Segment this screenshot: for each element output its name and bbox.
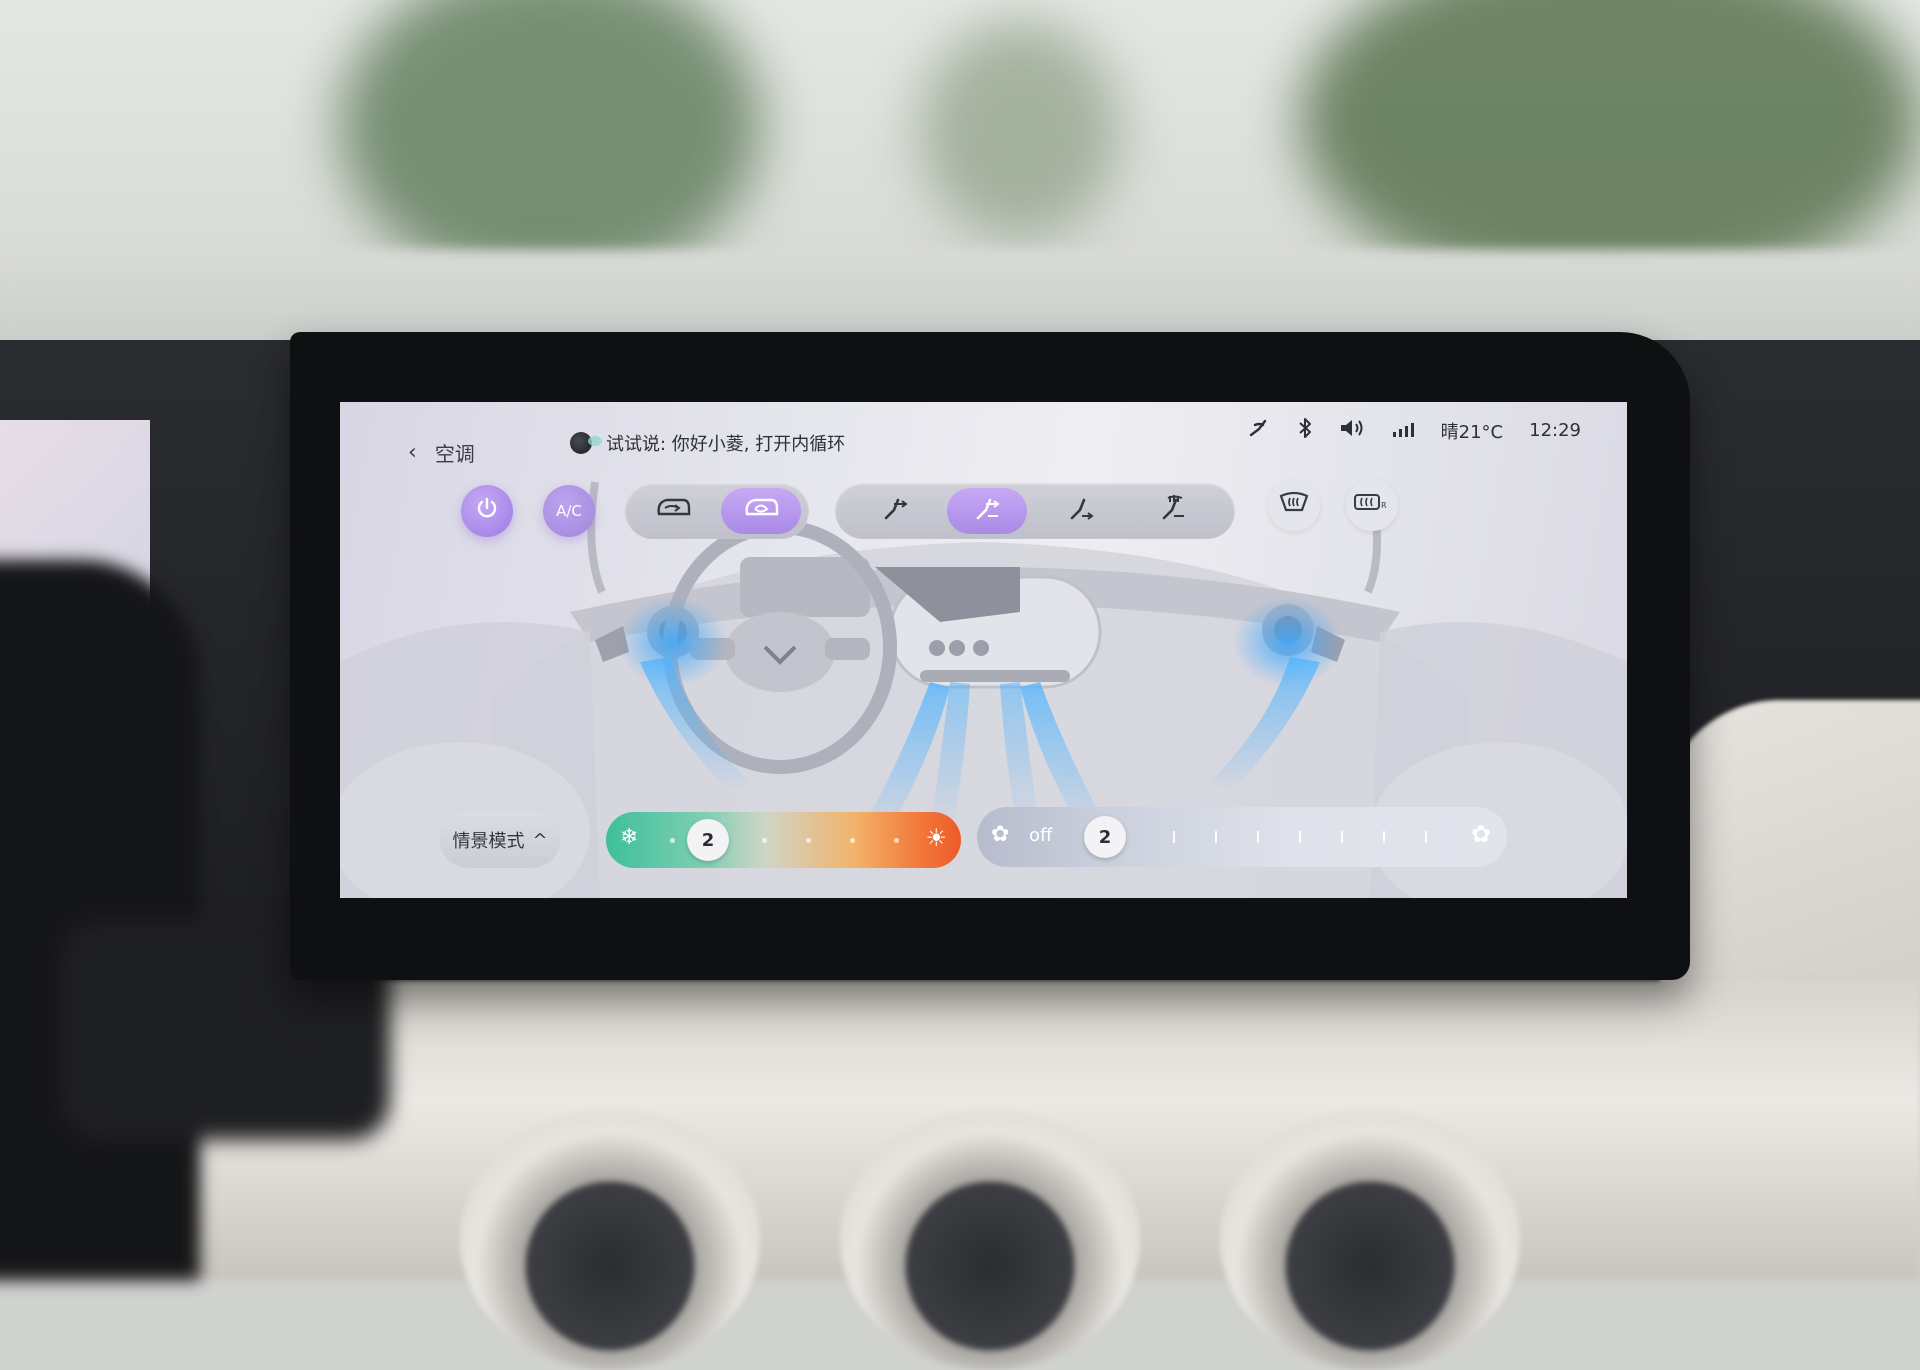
- airflow-mode-group: [835, 483, 1235, 539]
- feet-defrost-airflow-icon: [1158, 494, 1188, 528]
- fan-step-tick: [1341, 831, 1343, 843]
- fan-step-tick: [1257, 831, 1259, 843]
- airflow-feet-button[interactable]: [1041, 488, 1121, 534]
- physical-vent: [460, 1110, 760, 1370]
- fan-step-tick: [1383, 831, 1385, 843]
- signal-icon: [1391, 419, 1415, 443]
- circulation-group: [625, 483, 809, 539]
- rear-defrost-icon: R: [1353, 490, 1391, 520]
- physical-vent: [840, 1110, 1140, 1370]
- seat-ventilation-icon: [1247, 417, 1271, 444]
- front-defrost-button[interactable]: [1268, 479, 1320, 531]
- fan-max-icon: ✿: [1470, 820, 1491, 848]
- inner-circulation-icon: [741, 494, 781, 528]
- airflow-face-button[interactable]: [855, 488, 935, 534]
- temperature-step-dot: [806, 838, 811, 843]
- feet-airflow-icon: [1066, 494, 1096, 528]
- temperature-knob[interactable]: 2: [687, 819, 729, 861]
- airflow-feet-defrost-button[interactable]: [1133, 488, 1213, 534]
- voice-hint-text: 试试说: 你好小菱, 打开内循环: [606, 434, 846, 455]
- temperature-step-dot: [850, 838, 855, 843]
- inner-circulation-button[interactable]: [721, 488, 801, 534]
- fan-icon: ✿: [991, 822, 1010, 847]
- temperature-step-dot: [762, 838, 767, 843]
- front-defrost-icon: [1278, 490, 1310, 520]
- climate-screen: ‹ 空调 试试说: 你好小菱, 打开内循环 晴21°C 12:29 A/C R …: [340, 402, 1627, 898]
- page-title: 空调: [434, 442, 475, 466]
- fan-speed-knob[interactable]: 2: [1084, 816, 1126, 858]
- voice-assistant-hint[interactable]: 试试说: 你好小菱, 打开内循环: [570, 430, 845, 456]
- power-icon: [475, 496, 499, 526]
- scene-mode-button[interactable]: 情景模式 ^: [440, 812, 560, 868]
- fan-step-tick: [1215, 831, 1217, 843]
- temperature-slider[interactable]: ❄ ☀ 2: [606, 812, 961, 868]
- back-button[interactable]: ‹ 空调: [408, 438, 475, 467]
- chevron-up-icon: ^: [532, 829, 548, 851]
- ac-button[interactable]: A/C: [543, 485, 595, 537]
- outer-circulation-icon: [653, 494, 693, 528]
- physical-vent: [1220, 1110, 1520, 1370]
- bluetooth-icon: [1297, 416, 1313, 445]
- scene-mode-label: 情景模式: [452, 831, 525, 852]
- outer-circulation-button[interactable]: [633, 488, 713, 534]
- weather-readout: 晴21°C: [1440, 421, 1504, 443]
- clock: 12:29: [1529, 420, 1581, 441]
- volume-icon: [1339, 417, 1365, 444]
- fan-step-tick: [1173, 831, 1175, 843]
- status-bar: 晴21°C 12:29: [1247, 416, 1581, 445]
- temperature-step-dot: [894, 838, 899, 843]
- chevron-left-icon: ‹: [408, 440, 417, 465]
- temperature-step-dot: [670, 838, 675, 843]
- fan-off-label: off: [1029, 825, 1053, 846]
- svg-text:R: R: [1381, 501, 1387, 510]
- fan-step-tick: [1425, 831, 1427, 843]
- face-airflow-icon: [880, 494, 910, 528]
- airflow-face-feet-button[interactable]: [947, 488, 1027, 534]
- background-tree: [920, 20, 1120, 240]
- snowflake-icon: ❄: [620, 825, 639, 850]
- rear-defrost-button[interactable]: R: [1346, 479, 1398, 531]
- sun-icon: ☀: [925, 824, 947, 852]
- voice-assistant-icon: [570, 432, 602, 454]
- fan-step-tick: [1299, 831, 1301, 843]
- face-feet-airflow-icon: [972, 494, 1002, 528]
- power-button[interactable]: [461, 485, 513, 537]
- fan-speed-slider[interactable]: ✿ off ✿ 2: [977, 807, 1507, 867]
